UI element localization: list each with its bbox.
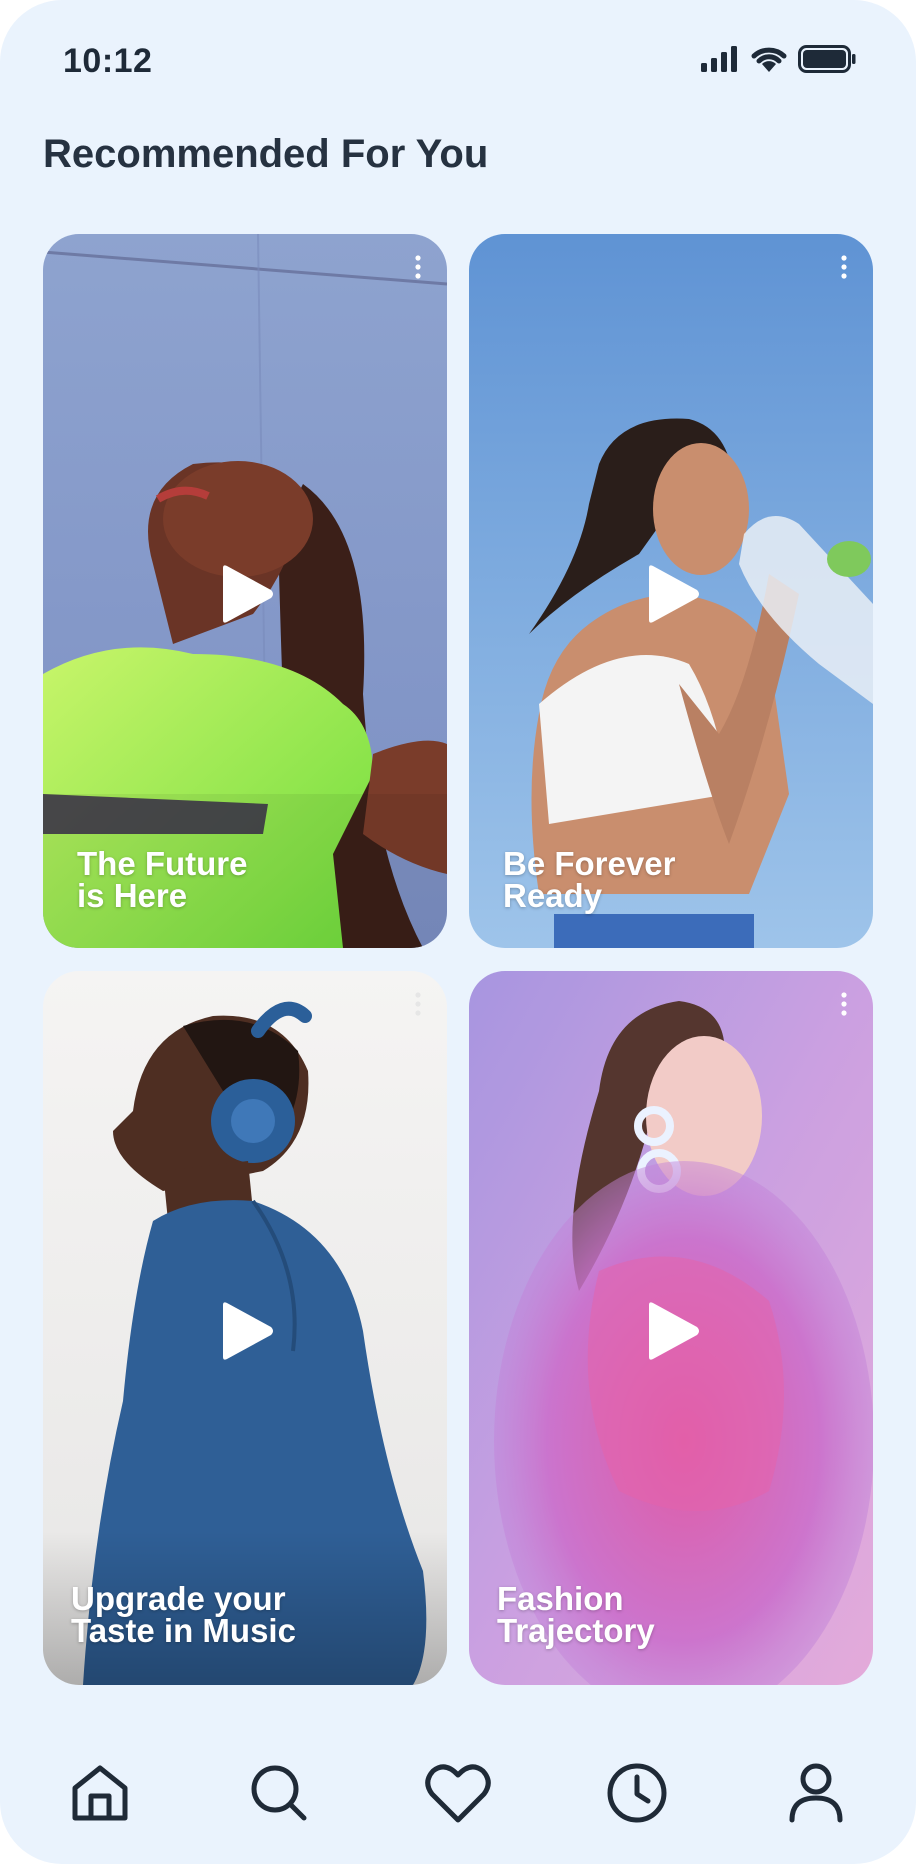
- more-vertical-icon[interactable]: [403, 989, 433, 1019]
- status-time: 10:12: [63, 42, 153, 80]
- home-icon[interactable]: [65, 1758, 135, 1828]
- card-title: The Future is Here: [77, 845, 248, 914]
- app-screen: 10:12 Recommended For You The Future is …: [0, 0, 916, 1864]
- more-vertical-icon[interactable]: [829, 989, 859, 1019]
- video-card[interactable]: Upgrade your Taste in Music: [43, 971, 447, 1685]
- video-card[interactable]: Fashion Trajectory: [469, 971, 873, 1685]
- card-title: Be Forever Ready: [503, 845, 676, 914]
- card-title: Fashion Trajectory: [497, 1580, 655, 1649]
- card-title: Upgrade your Taste in Music: [71, 1580, 296, 1649]
- more-vertical-icon[interactable]: [403, 252, 433, 282]
- profile-icon[interactable]: [781, 1758, 851, 1828]
- status-icons: [700, 44, 856, 78]
- search-icon[interactable]: [244, 1758, 314, 1828]
- page-title: Recommended For You: [43, 132, 489, 176]
- video-card[interactable]: Be Forever Ready: [469, 234, 873, 948]
- heart-icon[interactable]: [423, 1758, 493, 1828]
- history-clock-icon[interactable]: [602, 1758, 672, 1828]
- cellular-signal-icon: [700, 45, 740, 77]
- more-vertical-icon[interactable]: [829, 252, 859, 282]
- wifi-icon: [750, 45, 788, 78]
- battery-icon: [798, 44, 856, 78]
- bottom-navigation: [0, 1750, 916, 1840]
- video-card[interactable]: The Future is Here: [43, 234, 447, 948]
- play-icon[interactable]: [215, 1301, 275, 1361]
- play-icon[interactable]: [215, 564, 275, 624]
- play-icon[interactable]: [641, 1301, 701, 1361]
- status-bar: 10:12: [0, 0, 916, 110]
- play-icon[interactable]: [641, 564, 701, 624]
